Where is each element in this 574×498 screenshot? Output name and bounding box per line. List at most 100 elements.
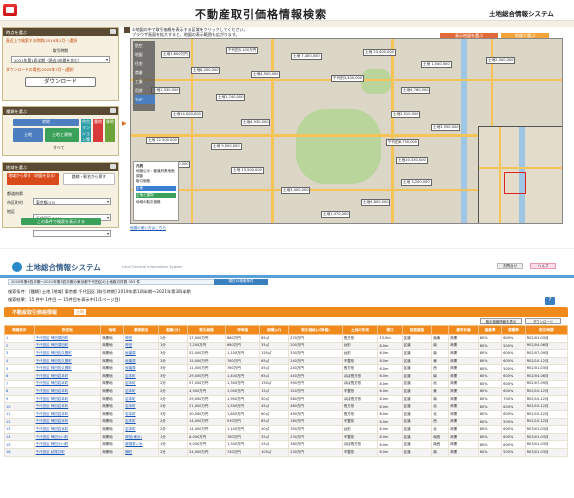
type-land-building[interactable]: 土地と建物: [45, 128, 79, 142]
location-link[interactable]: 千代田区 神田佐久間町: [33, 364, 102, 373]
price-tag[interactable]: 土地4,500,000: [251, 71, 281, 78]
layer-zoning[interactable]: 用途: [135, 86, 155, 95]
price-tag[interactable]: 土地4,760,000: [401, 87, 431, 94]
location-link[interactable]: 千代田区 神田佐久間町: [33, 349, 102, 358]
col-header[interactable]: 地域: [100, 325, 125, 335]
price-tag[interactable]: 千代田5,100万円: [226, 47, 259, 54]
download-button[interactable]: ダウンロード: [25, 77, 96, 87]
col-header[interactable]: 取引総額: [187, 325, 227, 335]
price-tag[interactable]: 土地 9,500,000: [211, 143, 242, 150]
station-link[interactable]: 岩本町: [123, 417, 160, 427]
table-row[interactable]: 6 千代田区 神田岩本町 商業地 岩本町 3分 29,000万円 1,400万円 65㎡ 440…: [4, 371, 569, 381]
tab-station-search[interactable]: 路線・駅名から探す: [63, 173, 115, 185]
station-link[interactable]: 岩本町: [123, 402, 160, 411]
expand-arrow-icon[interactable]: ▶: [122, 120, 127, 128]
price-tag[interactable]: 土地 13,500,000: [231, 167, 264, 174]
col-header[interactable]: 間口: [377, 325, 403, 335]
table-row[interactable]: 1 千代田区 神田須田町 商業地 神田 2分 17,000万円 860万円 65㎡ 270万円長…: [4, 334, 569, 343]
col-header[interactable]: 最寄駅名: [123, 325, 160, 335]
col-header[interactable]: 容積率: [501, 325, 526, 335]
type-all[interactable]: すべて: [53, 145, 65, 151]
location-link[interactable]: 千代田区 神田須田町: [33, 341, 102, 351]
col-header[interactable]: 建蔽率: [477, 325, 503, 335]
table-row[interactable]: 7 千代田区 神田岩本町 商業地 岩本町 2分 57,000万円 1,300万円 150㎡ 39…: [4, 379, 569, 389]
collapse-icon[interactable]: [110, 164, 116, 169]
map-view[interactable]: 土地1,600万円 千代田5,100万円 土地 7,400,000 土地 23,…: [130, 38, 563, 224]
help-icon[interactable]: ?: [545, 297, 555, 305]
col-header[interactable]: 都市計画: [448, 325, 479, 335]
station-link[interactable]: 岩本町: [123, 379, 160, 389]
overview-map[interactable]: [478, 126, 562, 223]
layer-residential[interactable]: 住宅: [135, 59, 155, 68]
price-tag[interactable]: 土地2,510,000: [391, 111, 421, 118]
location-link[interactable]: 千代田区 神田佐久間町: [33, 356, 102, 366]
table-row[interactable]: 14 千代田区 神田小川町 商業地 神田(東京) 1分 8,000万円 780万円 35㎡ 23…: [4, 432, 569, 442]
table-row[interactable]: 16 千代田区 紀尾井町 商業地 麹町 2分 24,000万円 740万円 105㎡ 230万円…: [4, 447, 569, 457]
price-tag[interactable]: 土地1,330,000: [151, 87, 181, 94]
table-row[interactable]: 9 千代田区 神田岩本町 商業地 岩本町 2分 29,000万円 1,900万円 50㎡ 580…: [4, 394, 569, 404]
station-link[interactable]: 神田: [123, 334, 160, 343]
station-link[interactable]: 岩本町: [123, 409, 160, 419]
col-header[interactable]: 取引時期: [524, 325, 569, 335]
col-header[interactable]: 坪単価: [225, 325, 261, 335]
col-header[interactable]: 所在地: [33, 325, 102, 335]
station-link[interactable]: 秋葉原: [123, 364, 160, 373]
layer-commercial[interactable]: 商業: [135, 68, 155, 77]
table-row[interactable]: 8 千代田区 神田岩本町 商業地 岩本町 2分 4,900万円 1,000万円 15㎡ 320万…: [4, 387, 569, 396]
type-land[interactable]: 土地: [13, 128, 43, 142]
collapse-icon[interactable]: [110, 29, 116, 34]
tab-transaction-info[interactable]: 不動産取引価格情報: [12, 309, 57, 316]
district-select[interactable]: [33, 230, 111, 237]
pref-select[interactable]: 東京都(13): [33, 198, 111, 205]
download-csv-button[interactable]: ダウンロード: [525, 318, 561, 324]
layer-top[interactable]: TOP: [135, 95, 155, 104]
table-row[interactable]: 15 千代田区 神田小川町 商業地 新御茶ノ水 1分 9,000万円 1,300万円 25㎡ 3…: [4, 440, 569, 449]
table-row[interactable]: 12 千代田区 神田岩本町 商業地 岩本町 2分 14,000万円 530万円 85㎡ 160万…: [4, 417, 569, 427]
location-link[interactable]: 千代田区 神田岩本町: [33, 425, 102, 434]
station-link[interactable]: 岩本町: [123, 425, 160, 434]
price-tag[interactable]: 土地 1,540,000: [421, 61, 452, 68]
location-link[interactable]: 千代田区 神田岩本町: [33, 379, 102, 389]
table-row[interactable]: 5 千代田区 神田佐久間町 商業地 秋葉原 3分 11,000万円 760万円 45㎡ 240万…: [4, 364, 569, 373]
col-header[interactable]: 距離(分): [158, 325, 189, 335]
type-farmland[interactable]: 農地: [93, 119, 103, 142]
show-info-button[interactable]: 取引価格情報を表示: [480, 318, 522, 324]
station-link[interactable]: 神田(東京): [123, 432, 160, 442]
price-tag[interactable]: 土地10,330,000: [396, 157, 428, 164]
table-row[interactable]: 13 千代田区 神田岩本町 商業地 岩本町 2分 14,000万円 1,100万円 40㎡ 35…: [4, 425, 569, 434]
layer-industrial[interactable]: 工業: [135, 77, 155, 86]
layer-aerial[interactable]: 航空: [135, 41, 155, 50]
table-row[interactable]: 2 千代田区 神田須田町 商業地 神田 1分 7,200万円 680万円 35㎡ 200万円 台形…: [4, 341, 569, 351]
col-header[interactable]: 土地の形状: [341, 325, 379, 335]
price-tag[interactable]: 土地 23,400,000: [363, 49, 396, 56]
current-condition-button[interactable]: 現在の検索条件: [214, 279, 268, 285]
price-tag[interactable]: 土地4,800,000: [361, 199, 391, 206]
price-tag[interactable]: 土地8,200,000: [191, 67, 221, 74]
tab-area-search[interactable]: 地域から探す（地図を見る）: [7, 173, 59, 185]
price-tag[interactable]: 土地1,470,000: [321, 211, 351, 218]
search-button[interactable]: この条件で検索を表示する: [21, 218, 101, 225]
col-header[interactable]: 取引価格(㎡単価): [288, 325, 343, 335]
price-tag[interactable]: 土地4,930,000: [241, 119, 271, 126]
type-forest[interactable]: 林地: [105, 119, 115, 142]
location-link[interactable]: 千代田区 神田岩本町: [33, 417, 102, 427]
location-link[interactable]: 千代田区 神田須田町: [33, 334, 102, 343]
table-row[interactable]: 4 千代田区 神田佐久間町 商業地 秋葉原 2分 15,000万円 780万円 65㎡ 240万…: [4, 356, 569, 366]
station-link[interactable]: 秋葉原: [123, 349, 160, 358]
price-tag[interactable]: 土地3,400,000: [281, 187, 311, 194]
location-link[interactable]: 千代田区 神田小川町: [33, 440, 102, 449]
map-help-link[interactable]: 地図の使い方はこちら: [130, 226, 166, 231]
station-link[interactable]: 岩本町: [123, 394, 160, 404]
price-tag[interactable]: 千代田8,750,000: [386, 139, 420, 146]
price-tag[interactable]: 土地1,740,000: [216, 94, 246, 101]
col-header[interactable]: 詳細表示: [4, 325, 35, 335]
station-link[interactable]: 新御茶ノ水: [123, 440, 160, 449]
price-tag[interactable]: 土地2,000,000: [486, 57, 516, 64]
contact-button[interactable]: お問合せ: [497, 263, 523, 269]
price-tag[interactable]: 土地3,950,000: [431, 124, 461, 131]
col-header[interactable]: 面積(㎡): [259, 325, 290, 335]
price-tag[interactable]: 土地 7,400,000: [291, 53, 322, 60]
price-tag[interactable]: 土地14,000,000: [171, 111, 203, 118]
price-tag[interactable]: 千代田3,400,000: [331, 75, 365, 82]
table-row[interactable]: 10 千代田区 神田岩本町 商業地 岩本町 2分 21,000万円 1,500万円 45㎡ 46…: [4, 402, 569, 411]
